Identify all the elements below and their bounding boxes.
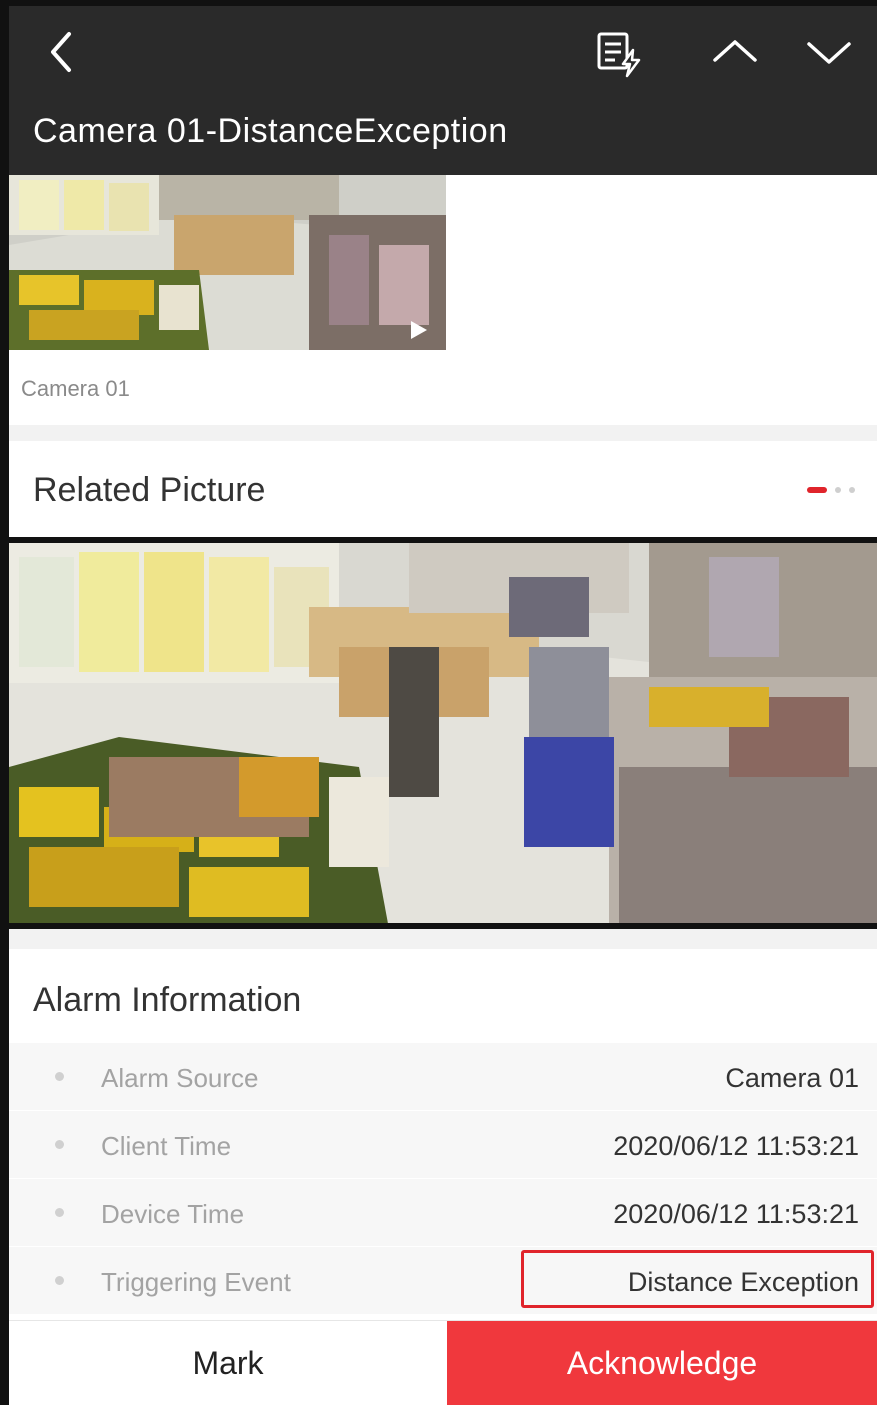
store-video-frame bbox=[9, 175, 446, 350]
alarm-information-title: Alarm Information bbox=[33, 981, 302, 1019]
bullet-icon bbox=[55, 1140, 64, 1149]
bullet-icon bbox=[55, 1072, 64, 1081]
alarm-info-label: Alarm Source bbox=[101, 1063, 259, 1093]
frame-border-left bbox=[0, 0, 9, 1405]
chevron-down-icon bbox=[807, 42, 851, 64]
page-title: Camera 01-DistanceException bbox=[33, 112, 508, 150]
carousel-dot[interactable] bbox=[849, 487, 855, 493]
action-bar: Mark Acknowledge bbox=[9, 1320, 877, 1405]
top-bar: Camera 01-DistanceException bbox=[9, 6, 877, 175]
mark-button[interactable]: Mark bbox=[9, 1321, 447, 1405]
alarm-info-label: Client Time bbox=[101, 1131, 232, 1161]
related-picture-header: Related Picture bbox=[9, 441, 877, 537]
alarm-info-list: Alarm Source Camera 01 Client Time 2020/… bbox=[9, 1042, 877, 1314]
store-snapshot bbox=[9, 537, 877, 929]
alarm-info-value: 2020/06/12 11:53:21 bbox=[613, 1131, 859, 1161]
video-thumbnail[interactable] bbox=[9, 175, 446, 350]
back-button[interactable] bbox=[39, 24, 89, 80]
triggering-event-value: Distance Exception bbox=[627, 1267, 859, 1297]
carousel-dot-active[interactable] bbox=[807, 487, 827, 493]
alarm-info-row: Alarm Source Camera 01 bbox=[9, 1042, 877, 1110]
alarm-info-value: Camera 01 bbox=[725, 1063, 859, 1093]
section-divider bbox=[9, 425, 877, 441]
alarm-info-row: Device Time 2020/06/12 11:53:21 bbox=[9, 1178, 877, 1246]
alarm-info-value: 2020/06/12 11:53:21 bbox=[613, 1199, 859, 1229]
related-picture-image[interactable] bbox=[9, 537, 877, 929]
alarm-information-header: Alarm Information bbox=[9, 949, 877, 1042]
event-linkage-button[interactable] bbox=[591, 24, 647, 80]
chevron-up-icon bbox=[713, 40, 757, 62]
alarm-info-label: Triggering Event bbox=[101, 1267, 291, 1297]
screen-frame: Camera 01-DistanceException Camera 01 Re… bbox=[0, 0, 877, 1405]
acknowledge-button[interactable]: Acknowledge bbox=[447, 1321, 877, 1405]
alarm-detail-screen: Camera 01-DistanceException Camera 01 Re… bbox=[9, 6, 877, 1405]
bullet-icon bbox=[55, 1208, 64, 1217]
next-alarm-button[interactable] bbox=[801, 24, 857, 80]
carousel-dot[interactable] bbox=[835, 487, 841, 493]
alarm-info-label: Device Time bbox=[101, 1199, 245, 1229]
back-icon bbox=[51, 32, 71, 72]
video-section: Camera 01 bbox=[9, 175, 877, 425]
bullet-icon bbox=[55, 1276, 64, 1285]
carousel-indicator bbox=[807, 487, 855, 493]
alarm-info-row: Triggering Event Distance Exception bbox=[9, 1246, 877, 1314]
section-divider bbox=[9, 929, 877, 949]
event-linkage-icon bbox=[597, 32, 641, 78]
related-picture-title: Related Picture bbox=[33, 471, 266, 509]
alarm-info-row: Client Time 2020/06/12 11:53:21 bbox=[9, 1110, 877, 1178]
camera-label: Camera 01 bbox=[21, 376, 130, 401]
previous-alarm-button[interactable] bbox=[707, 24, 763, 80]
